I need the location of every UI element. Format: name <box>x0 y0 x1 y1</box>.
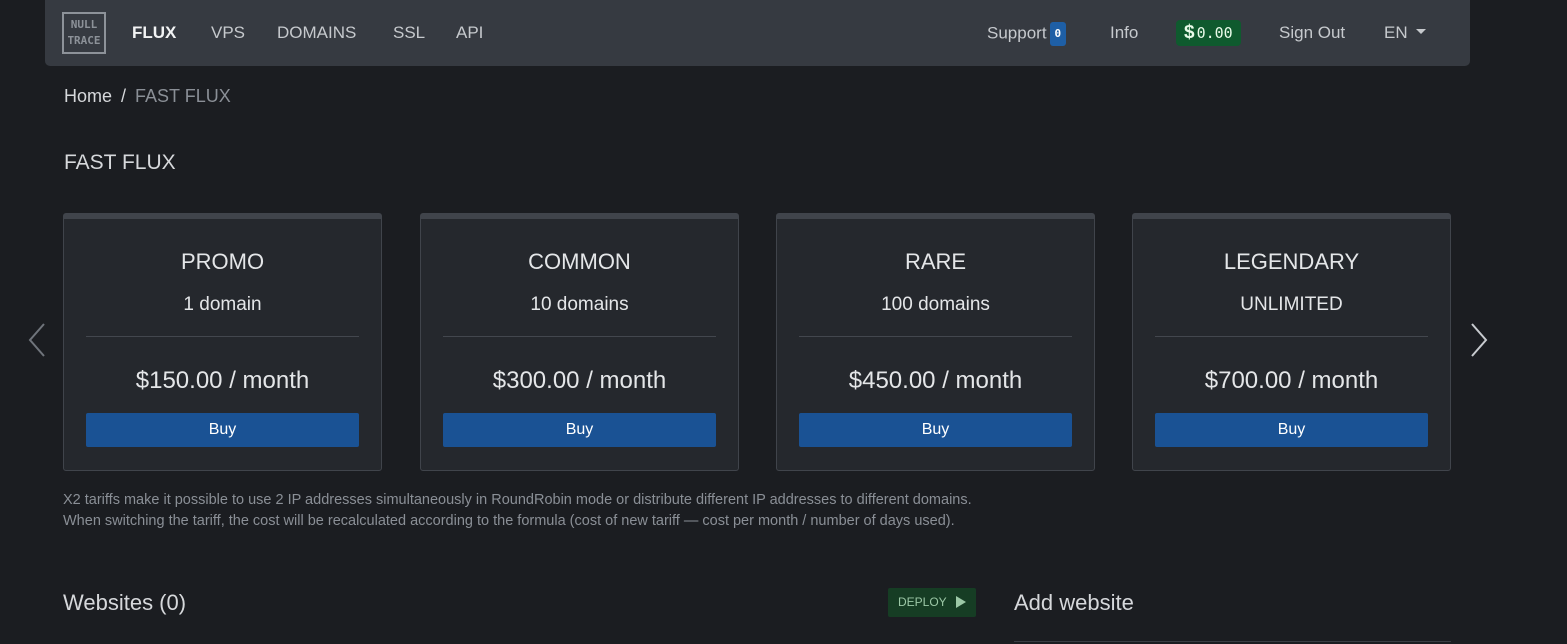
top-navbar: NULL TRACE FLUX VPS DOMAINS SSL API Supp… <box>45 0 1470 66</box>
plan-divider <box>1155 336 1428 337</box>
plan-name: PROMO <box>180 249 265 274</box>
language-label: EN <box>1384 23 1408 42</box>
support-count-badge: 0 <box>1049 22 1067 46</box>
plan-card-promo: PROMO 1 domain $150.00 / month Buy <box>63 213 382 471</box>
balance-amount: 0.00 <box>1196 24 1233 42</box>
nav-item-flux[interactable]: FLUX <box>132 22 176 44</box>
tariff-note-1: X2 tariffs make it possible to use 2 IP … <box>63 492 972 508</box>
plan-price: $450.00 / month <box>848 367 1023 394</box>
support-link[interactable]: Support 0 <box>987 22 1067 46</box>
plan-domains: 100 domains <box>881 294 990 315</box>
plan-card-rare: RARE 100 domains $450.00 / month Buy <box>776 213 1095 471</box>
language-dropdown[interactable]: EN <box>1384 22 1426 44</box>
websites-title: Websites (0) <box>63 590 187 615</box>
breadcrumb: Home / FAST FLUX <box>64 85 231 107</box>
plan-name: COMMON <box>528 249 631 274</box>
plan-domains: 10 domains <box>530 294 629 315</box>
buy-button-promo[interactable]: Buy <box>86 413 359 447</box>
carousel-next-button[interactable] <box>1466 320 1490 360</box>
carousel-prev-button[interactable] <box>26 320 50 360</box>
logo-line-1: NULL <box>70 18 98 31</box>
plan-name: LEGENDARY <box>1223 249 1360 274</box>
chevron-right-icon <box>1471 323 1488 357</box>
plan-domains: UNLIMITED <box>1240 294 1343 315</box>
tariff-notes: X2 tariffs make it possible to use 2 IP … <box>63 490 972 532</box>
page-title: FAST FLUX <box>64 151 176 174</box>
info-link[interactable]: Info <box>1110 22 1138 44</box>
chevron-left-icon <box>28 323 45 357</box>
tariff-note-2: When switching the tariff, the cost will… <box>63 513 955 529</box>
buy-button-rare[interactable]: Buy <box>799 413 1072 447</box>
buy-button-common[interactable]: Buy <box>443 413 716 447</box>
nav-item-api[interactable]: API <box>456 22 483 44</box>
deploy-button[interactable]: DEPLOY <box>888 588 976 617</box>
breadcrumb-current: FAST FLUX <box>135 86 231 106</box>
add-website-divider <box>1014 641 1451 642</box>
support-label: Support <box>987 23 1047 43</box>
plan-divider <box>443 336 716 337</box>
logo-line-2: TRACE <box>67 34 101 47</box>
play-icon <box>955 595 966 608</box>
plan-name: RARE <box>904 249 967 274</box>
caret-down-icon <box>1415 29 1426 35</box>
plan-price: $150.00 / month <box>135 367 310 394</box>
add-website-title: Add website <box>1014 590 1134 615</box>
plan-card-common: COMMON 10 domains $300.00 / month Buy <box>420 213 739 471</box>
breadcrumb-separator: / <box>121 86 127 106</box>
nav-item-domains[interactable]: DOMAINS <box>277 22 356 44</box>
nulltrace-logo[interactable]: NULL TRACE <box>62 12 106 54</box>
balance-badge[interactable]: $0.00 <box>1176 20 1241 46</box>
sign-out-link[interactable]: Sign Out <box>1279 22 1345 44</box>
plan-price: $700.00 / month <box>1204 367 1379 394</box>
breadcrumb-home[interactable]: Home <box>64 86 112 106</box>
plan-domains: 1 domain <box>183 294 262 315</box>
plan-divider <box>86 336 359 337</box>
nav-item-vps[interactable]: VPS <box>211 22 245 44</box>
plan-divider <box>799 336 1072 337</box>
balance-currency: $ <box>1184 22 1195 43</box>
plan-card-legendary: LEGENDARY UNLIMITED $700.00 / month Buy <box>1132 213 1451 471</box>
deploy-label: DEPLOY <box>898 595 947 609</box>
buy-button-legendary[interactable]: Buy <box>1155 413 1428 447</box>
plan-price: $300.00 / month <box>492 367 667 394</box>
nav-item-ssl[interactable]: SSL <box>393 22 425 44</box>
